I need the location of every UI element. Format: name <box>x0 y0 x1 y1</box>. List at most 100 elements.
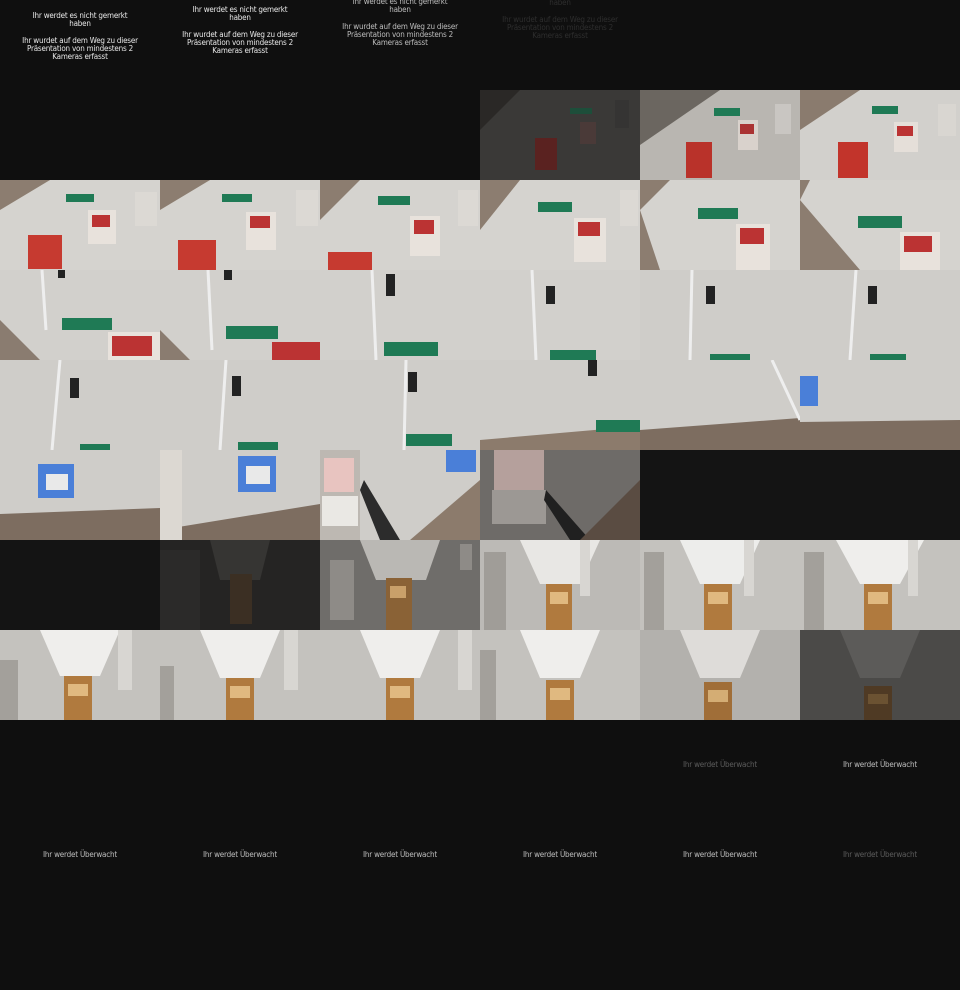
frame-stairwell-wall <box>800 180 960 270</box>
frame-corridor <box>320 540 480 630</box>
frame-blank <box>0 720 160 810</box>
frame-watched-text: Ihr werdet Überwacht <box>320 810 480 900</box>
caption-line: haben <box>69 19 91 28</box>
frame-blank <box>320 90 480 180</box>
watched-caption: Ihr werdet Überwacht <box>42 850 118 859</box>
scene-wall-image <box>800 360 960 450</box>
scene-wall-image <box>0 450 160 540</box>
scene-wall-image <box>160 270 320 360</box>
scene-corridor-image <box>480 630 640 720</box>
scene-wall-image <box>0 180 160 270</box>
frame-blank <box>800 900 960 990</box>
frame-blank <box>160 720 320 810</box>
frame-corridor <box>640 630 800 720</box>
frame-corridor <box>640 540 800 630</box>
frame-blank <box>160 900 320 990</box>
caption-line: Kameras erfasst <box>532 31 588 40</box>
watched-caption: Ihr werdet Überwacht <box>202 850 278 859</box>
caption-line: Kameras erfasst <box>52 52 108 61</box>
frame-window-stair <box>320 450 480 540</box>
watched-caption: Ihr werdet Überwacht <box>362 850 438 859</box>
scene-wall-image <box>320 270 480 360</box>
frame-blank <box>800 450 960 540</box>
frame-mascot-wall <box>160 450 320 540</box>
frame-camera-wall <box>320 270 480 360</box>
frame-blank <box>0 90 160 180</box>
frame-corridor <box>160 540 320 630</box>
frame-corridor <box>160 630 320 720</box>
frame-blank <box>480 720 640 810</box>
scene-wall-image <box>800 180 960 270</box>
frame-corridor <box>0 630 160 720</box>
frame-blank <box>320 900 480 990</box>
frame-camera-wall <box>320 360 480 450</box>
scene-corridor-image <box>0 630 160 720</box>
watched-caption: Ihr werdet Überwacht <box>842 760 918 769</box>
frame-text-1: Ihr werdet es nicht gemerkt haben Ihr wu… <box>0 0 160 90</box>
frame-caption: Ihr werdet es nicht gemerkt haben Ihr wu… <box>160 6 320 55</box>
frame-camera-wall <box>480 270 640 360</box>
watched-caption: Ihr werdet Überwacht <box>842 850 918 859</box>
scene-corridor-image <box>320 540 480 630</box>
frame-corridor <box>320 630 480 720</box>
frame-camera-wall <box>0 360 160 450</box>
frame-caption: Ihr werdet es nicht gemerkt haben Ihr wu… <box>320 0 480 47</box>
frame-watched-text: Ihr werdet Überwacht <box>640 810 800 900</box>
scene-wall-image <box>480 90 640 180</box>
scene-wall-image <box>640 90 800 180</box>
frame-stairwell-wall <box>640 180 800 270</box>
frame-mascot-wall <box>0 450 160 540</box>
caption-line: haben <box>229 13 251 22</box>
frame-camera-wall <box>0 270 160 360</box>
frame-stairwell-wall <box>480 90 640 180</box>
scene-corridor-image <box>800 630 960 720</box>
scene-corridor-image <box>320 630 480 720</box>
watched-caption: Ihr werdet Überwacht <box>522 850 598 859</box>
scene-corridor-image <box>160 540 320 630</box>
scene-wall-image <box>800 270 960 360</box>
frame-watched-text: Ihr werdet Überwacht <box>160 810 320 900</box>
scene-wall-image <box>0 270 160 360</box>
frame-watched-text: Ihr werdet Überwacht <box>480 810 640 900</box>
scene-corridor-image <box>640 540 800 630</box>
scene-wall-image <box>320 180 480 270</box>
watched-caption: Ihr werdet Überwacht <box>682 760 758 769</box>
frame-camera-wall <box>800 270 960 360</box>
frame-watched-text: Ihr werdet Überwacht <box>0 810 160 900</box>
frame-blank <box>640 450 800 540</box>
frame-wall-corner <box>800 360 960 450</box>
caption-line: haben <box>549 0 571 7</box>
scene-wall-image <box>160 450 320 540</box>
frame-blank <box>0 540 160 630</box>
scene-wall-image <box>480 360 640 450</box>
scene-wall-image <box>640 180 800 270</box>
frame-text-4: Ihr werdet es nicht gemerkt haben Ihr wu… <box>480 0 640 90</box>
frame-blank <box>640 0 800 90</box>
watched-caption: Ihr werdet Überwacht <box>682 850 758 859</box>
scene-wall-image <box>0 360 160 450</box>
frame-window-stair <box>480 450 640 540</box>
scene-corridor-image <box>160 630 320 720</box>
scene-wall-image <box>800 90 960 180</box>
contact-sheet: Ihr werdet es nicht gemerkt haben Ihr wu… <box>0 0 960 990</box>
frame-watched-text: Ihr werdet Überwacht <box>800 720 960 810</box>
frame-caption: Ihr werdet es nicht gemerkt haben Ihr wu… <box>0 12 160 61</box>
frame-corridor <box>800 540 960 630</box>
frame-camera-wall <box>480 360 640 450</box>
caption-line: Kameras erfasst <box>212 46 268 55</box>
scene-wall-image <box>640 360 800 450</box>
frame-corridor <box>800 630 960 720</box>
scene-corridor-image <box>800 540 960 630</box>
frame-stairwell-wall <box>0 180 160 270</box>
frame-blank <box>160 90 320 180</box>
frame-blank <box>320 720 480 810</box>
frame-stairwell-wall <box>640 90 800 180</box>
frame-corridor <box>480 540 640 630</box>
frame-caption: Ihr werdet es nicht gemerkt haben Ihr wu… <box>480 0 640 40</box>
caption-line: haben <box>389 5 411 14</box>
frame-wall-corner <box>640 360 800 450</box>
caption-line: Kameras erfasst <box>372 38 428 47</box>
frame-text-2: Ihr werdet es nicht gemerkt haben Ihr wu… <box>160 0 320 90</box>
scene-wall-image <box>480 270 640 360</box>
scene-wall-image <box>320 360 480 450</box>
